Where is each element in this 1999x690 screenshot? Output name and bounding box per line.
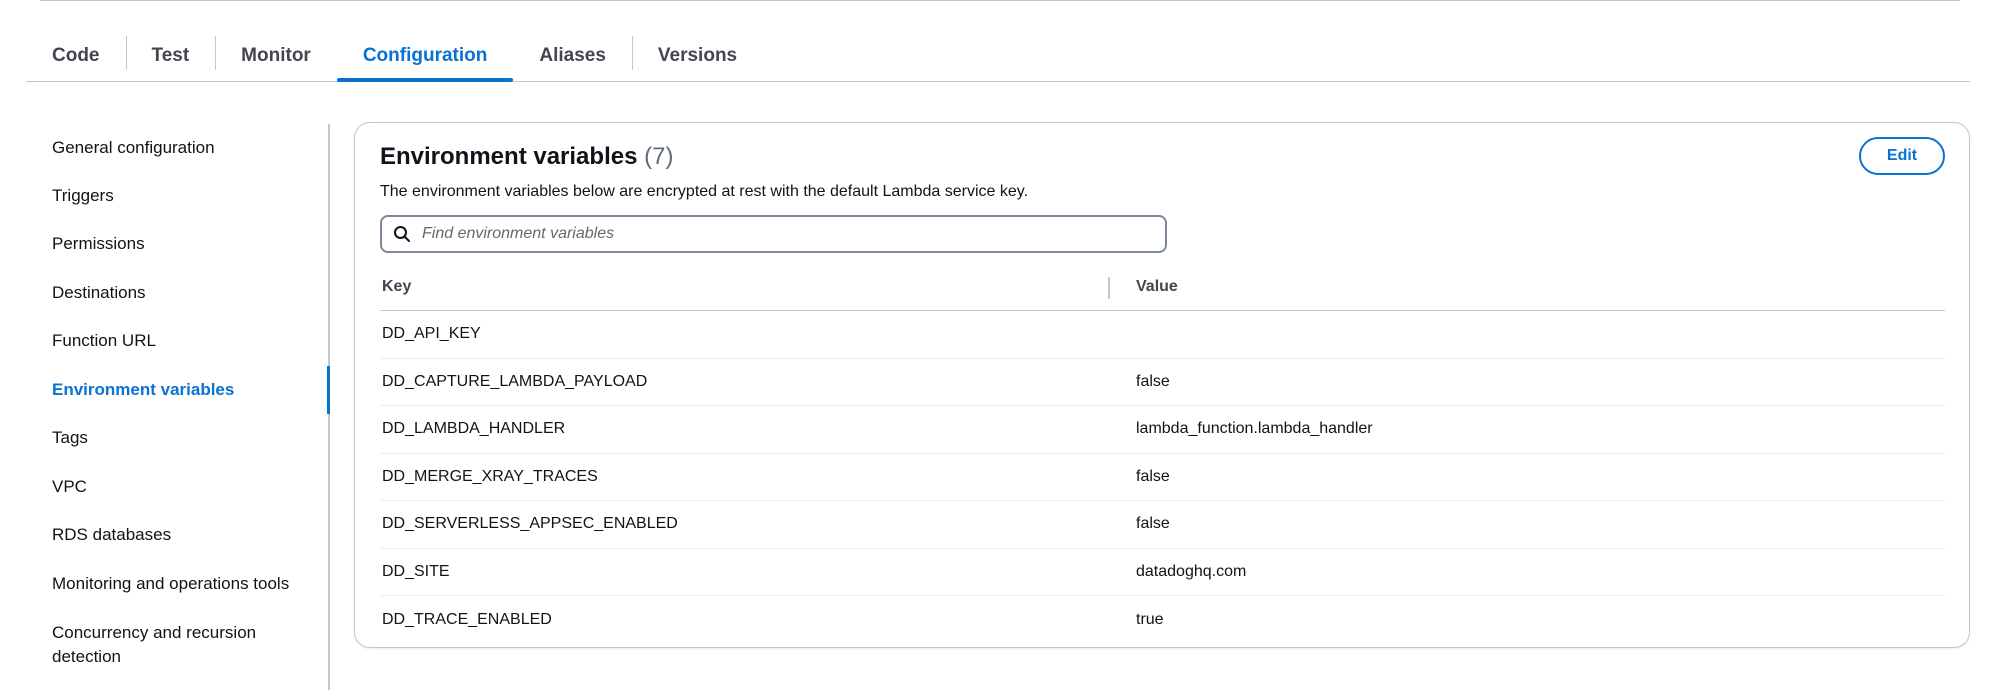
table-row: DD_SITE datadoghq.com bbox=[380, 549, 1945, 596]
top-divider bbox=[40, 0, 1960, 1]
panel-description: The environment variables below are encr… bbox=[380, 183, 1029, 200]
sidebar-item-vpc[interactable]: VPC bbox=[52, 475, 312, 499]
table-header: Key Value bbox=[380, 263, 1945, 311]
tab-versions[interactable]: Versions bbox=[631, 30, 763, 81]
table-row: DD_MERGE_XRAY_TRACES false bbox=[380, 454, 1945, 501]
table-row: DD_TRACE_ENABLED true bbox=[380, 596, 1945, 644]
row-key: DD_CAPTURE_LAMBDA_PAYLOAD bbox=[382, 372, 648, 390]
sidebar-item-environment-variables[interactable]: Environment variables bbox=[52, 378, 312, 402]
sidebar-item-concurrency[interactable]: Concurrency and recursion detection bbox=[52, 621, 282, 669]
variable-count: (7) bbox=[644, 143, 674, 170]
sidebar-item-permissions[interactable]: Permissions bbox=[52, 232, 312, 256]
row-value: false bbox=[1136, 467, 1170, 485]
row-value: datadoghq.com bbox=[1136, 562, 1247, 580]
row-key: DD_MERGE_XRAY_TRACES bbox=[382, 467, 598, 485]
tab-configuration[interactable]: Configuration bbox=[336, 30, 514, 82]
tab-bar: Code Test Monitor Configuration Aliases … bbox=[26, 30, 1970, 82]
row-value: lambda_function.lambda_handler bbox=[1136, 420, 1373, 438]
sidebar-item-rds-databases[interactable]: RDS databases bbox=[52, 523, 312, 547]
row-key: DD_SITE bbox=[382, 562, 450, 580]
tab-monitor[interactable]: Monitor bbox=[215, 30, 337, 81]
table-row: DD_CAPTURE_LAMBDA_PAYLOAD false bbox=[380, 359, 1945, 406]
row-key: DD_LAMBDA_HANDLER bbox=[382, 420, 566, 438]
sidebar-item-triggers[interactable]: Triggers bbox=[52, 184, 312, 208]
table-row: DD_API_KEY bbox=[380, 311, 1945, 359]
tab-code[interactable]: Code bbox=[26, 30, 126, 81]
sidebar-item-destinations[interactable]: Destinations bbox=[52, 281, 312, 305]
table-row: DD_LAMBDA_HANDLER lambda_function.lambda… bbox=[380, 406, 1945, 454]
sidebar-item-tags[interactable]: Tags bbox=[52, 426, 312, 450]
tab-test[interactable]: Test bbox=[125, 30, 216, 81]
panel-title: Environment variables (7) bbox=[380, 143, 673, 171]
column-header-value[interactable]: Value bbox=[1110, 263, 1178, 310]
row-key: DD_API_KEY bbox=[382, 325, 481, 343]
tab-aliases[interactable]: Aliases bbox=[513, 30, 632, 81]
search-icon bbox=[382, 217, 422, 251]
edit-button[interactable]: Edit bbox=[1859, 137, 1945, 175]
row-key: DD_SERVERLESS_APPSEC_ENABLED bbox=[382, 515, 678, 533]
sidebar-active-indicator bbox=[327, 366, 330, 414]
configuration-sidebar: General configuration Triggers Permissio… bbox=[0, 124, 330, 690]
environment-variables-table: Key Value DD_API_KEY DD_CAPTURE_LAMBDA_P… bbox=[380, 263, 1945, 644]
row-value: false bbox=[1136, 515, 1170, 533]
environment-variables-panel: Environment variables (7) The environmen… bbox=[354, 122, 1970, 648]
sidebar-item-general-configuration[interactable]: General configuration bbox=[52, 136, 312, 160]
table-row: DD_SERVERLESS_APPSEC_ENABLED false bbox=[380, 501, 1945, 549]
column-header-key[interactable]: Key bbox=[380, 263, 1110, 310]
row-value: false bbox=[1136, 372, 1170, 390]
row-value: true bbox=[1136, 610, 1164, 628]
row-key: DD_TRACE_ENABLED bbox=[382, 610, 552, 628]
sidebar-item-function-url[interactable]: Function URL bbox=[52, 329, 312, 353]
search-input[interactable] bbox=[422, 225, 1142, 243]
search-box bbox=[380, 215, 1167, 253]
sidebar-item-monitoring-tools[interactable]: Monitoring and operations tools bbox=[52, 572, 312, 596]
panel-title-text: Environment variables bbox=[380, 143, 638, 170]
